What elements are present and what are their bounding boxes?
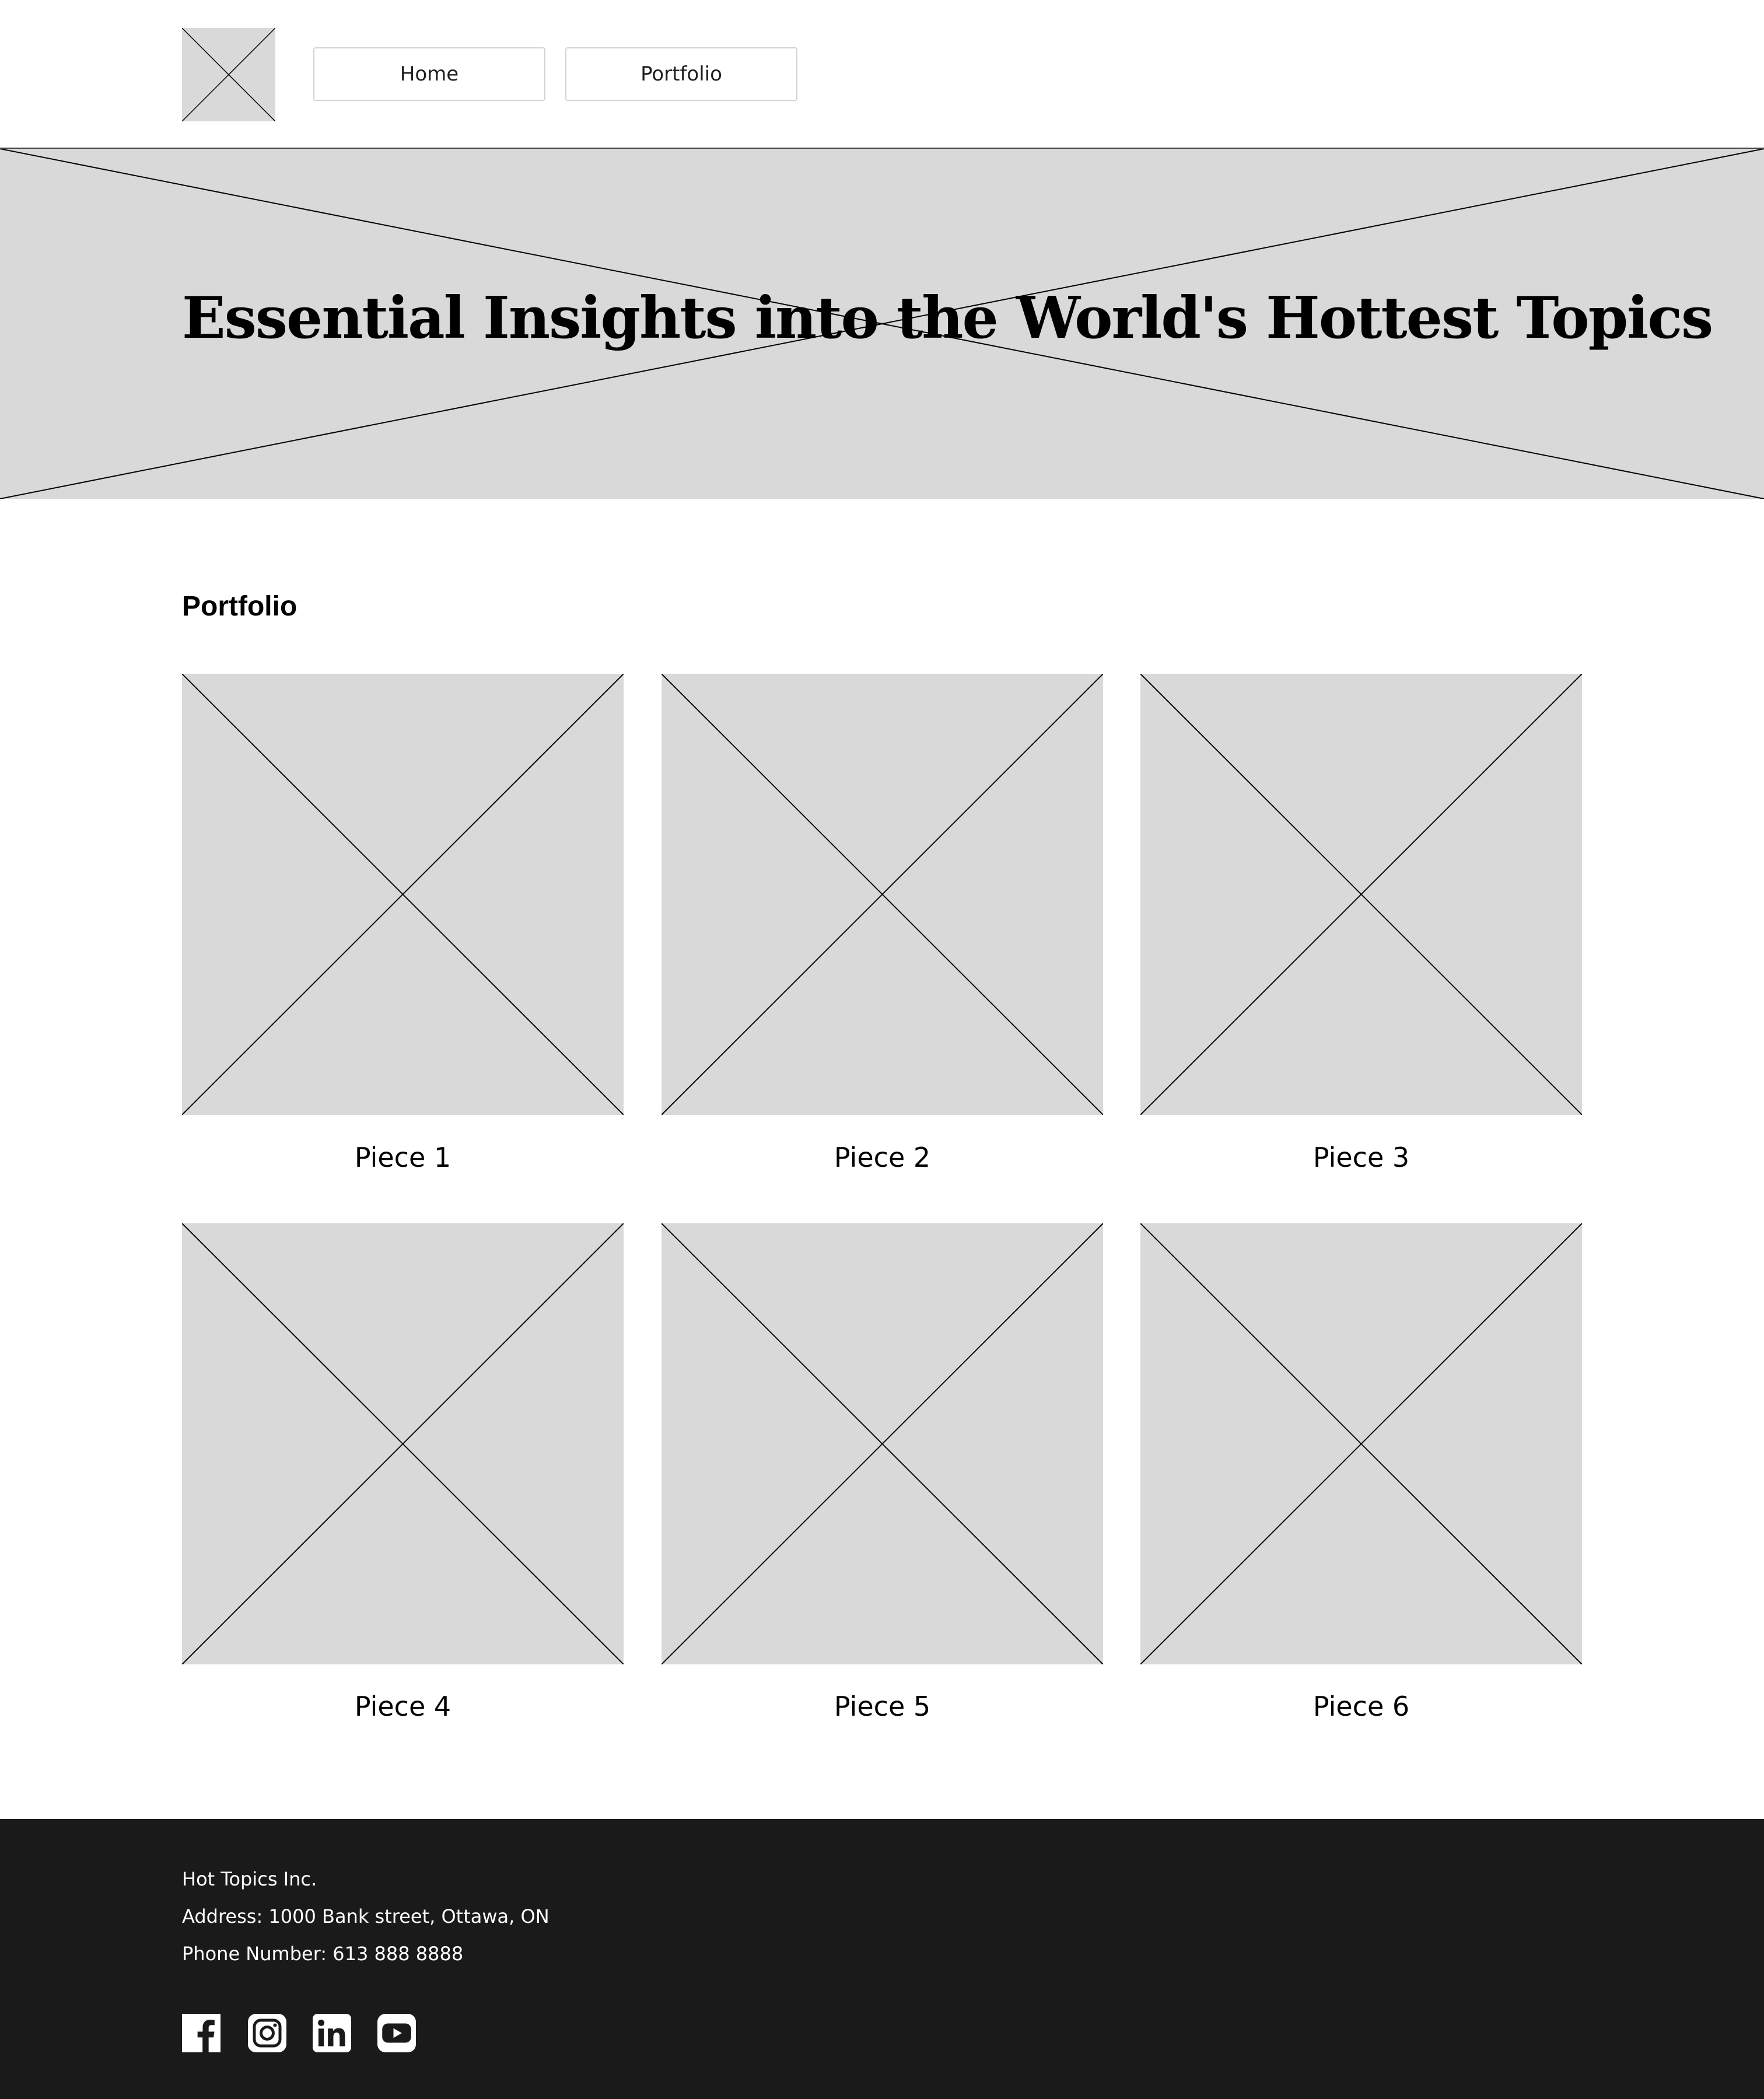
portfolio-image-placeholder-icon[interactable]	[1140, 1223, 1582, 1664]
portfolio-caption: Piece 3	[1312, 1142, 1410, 1173]
portfolio-image-placeholder-icon[interactable]	[662, 1223, 1103, 1664]
portfolio-image-placeholder-icon[interactable]	[182, 674, 624, 1115]
portfolio-caption: Piece 5	[834, 1691, 931, 1722]
youtube-icon[interactable]	[377, 2014, 416, 2052]
portfolio-caption: Piece 6	[1312, 1691, 1410, 1722]
portfolio-image-placeholder-icon[interactable]	[182, 1223, 624, 1664]
linkedin-icon[interactable]	[313, 2014, 351, 2052]
instagram-icon[interactable]	[248, 2014, 286, 2052]
footer-address: Address: 1000 Bank street, Ottawa, ON	[182, 1905, 550, 1927]
footer-phone: Phone Number: 613 888 8888	[182, 1943, 464, 1965]
logo-image-placeholder-icon[interactable]	[182, 28, 275, 121]
portfolio-image-placeholder-icon[interactable]	[1140, 674, 1582, 1115]
hero-title: Essential Insights into the World's Hott…	[182, 285, 1713, 352]
facebook-icon[interactable]	[182, 2014, 220, 2052]
portfolio-image-placeholder-icon[interactable]	[662, 674, 1103, 1115]
nav-portfolio-button[interactable]: Portfolio	[565, 47, 797, 101]
portfolio-caption: Piece 2	[834, 1142, 931, 1173]
portfolio-caption: Piece 1	[354, 1142, 452, 1173]
portfolio-heading: Portfolio	[182, 591, 298, 622]
nav-home-button[interactable]: Home	[313, 47, 545, 101]
footer-company: Hot Topics Inc.	[182, 1868, 317, 1890]
portfolio-caption: Piece 4	[354, 1691, 452, 1722]
